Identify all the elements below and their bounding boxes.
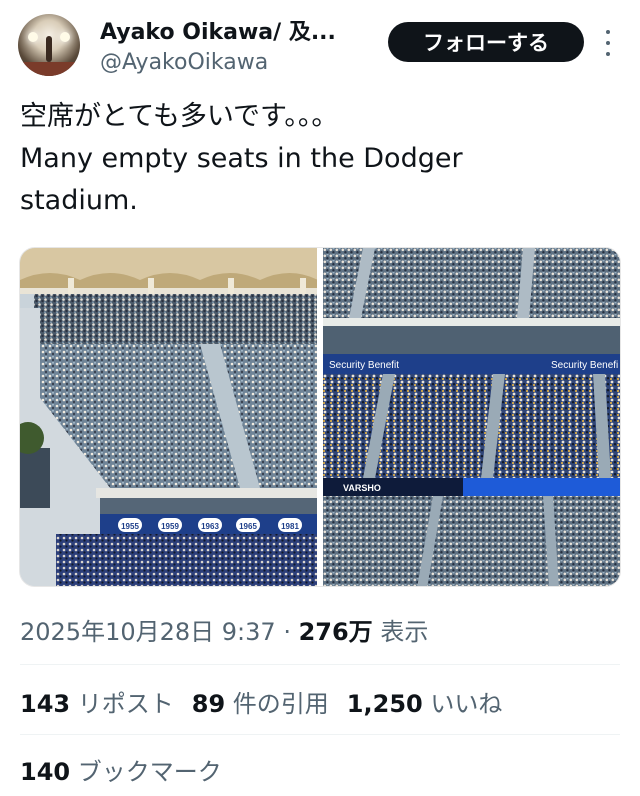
quotes-stat[interactable]: 89 件の引用 <box>192 690 329 718</box>
tweet-meta: 2025年10月28日 9:37 · 276万 表示 <box>20 612 428 647</box>
reposts-count: 143 <box>20 690 71 718</box>
stadium-photo-right[interactable]: Security Benefit Security Benefi VARSHO <box>323 248 620 586</box>
divider <box>20 664 620 665</box>
meta-separator: · <box>275 618 299 646</box>
likes-stat[interactable]: 1,250 いいね <box>347 690 503 718</box>
stadium-photo-left[interactable]: 1955 1959 1963 1965 1981 <box>20 248 317 586</box>
timestamp[interactable]: 2025年10月28日 9:37 <box>20 618 276 646</box>
bookmarks-count: 140 <box>20 758 71 786</box>
sponsor-sign: Security Benefit <box>329 360 399 371</box>
banner-year: 1963 <box>201 522 219 531</box>
tweet-media[interactable]: 1955 1959 1963 1965 1981 Security Benefi… <box>19 247 621 587</box>
views-label: 表示 <box>380 618 429 646</box>
quotes-label: 件の引用 <box>232 690 329 718</box>
likes-label: いいね <box>430 690 503 718</box>
author-handle[interactable]: @AyakoOikawa <box>100 50 268 75</box>
quotes-count: 89 <box>191 690 226 718</box>
follow-button[interactable]: フォローする <box>388 22 584 62</box>
author-display-name[interactable]: Ayako Oikawa/ 及... <box>100 14 336 46</box>
divider <box>20 734 620 735</box>
reposts-label: リポスト <box>77 690 174 718</box>
banner-year: 1965 <box>239 522 257 531</box>
bookmarks-label: ブックマーク <box>77 758 222 786</box>
scoreboard-text: VARSHO <box>343 483 381 493</box>
reposts-stat[interactable]: 143 リポスト <box>20 690 174 718</box>
banner-year: 1955 <box>121 522 139 531</box>
engagement-stats: 143 リポスト 89 件の引用 1,250 いいね <box>20 684 502 719</box>
likes-count: 1,250 <box>346 690 423 718</box>
views-count: 276万 <box>298 618 373 646</box>
avatar[interactable] <box>18 14 80 76</box>
sponsor-sign: Security Benefi <box>551 360 618 371</box>
banner-year: 1981 <box>281 522 299 531</box>
more-vertical-icon[interactable] <box>600 26 616 60</box>
banner-year: 1959 <box>161 522 179 531</box>
bookmarks-stat[interactable]: 140 ブックマーク <box>20 752 222 787</box>
tweet-header: Ayako Oikawa/ 及... @AyakoOikawa フォローする <box>0 0 640 88</box>
tweet-text: 空席がとても多いです。。。 Many empty seats in the Do… <box>20 101 463 216</box>
